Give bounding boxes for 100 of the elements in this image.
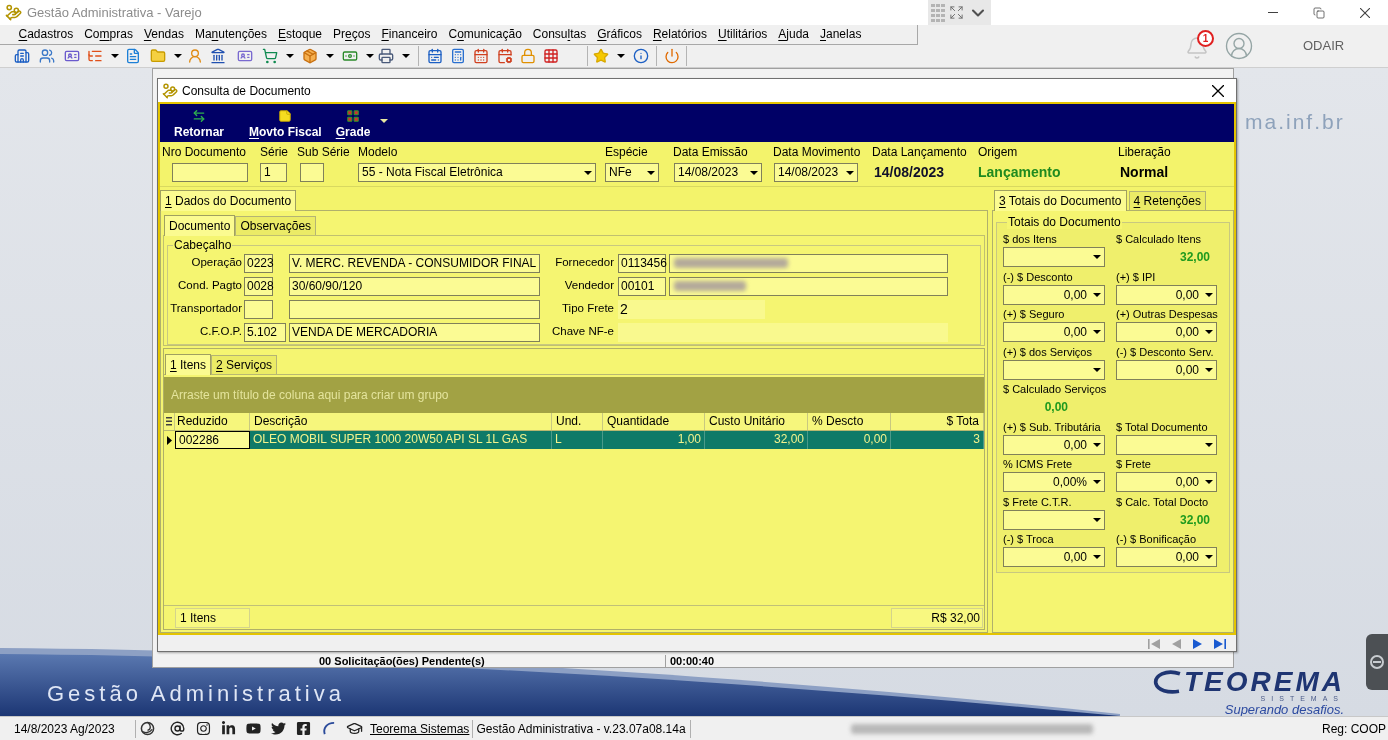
caret-icon[interactable] <box>326 53 334 58</box>
menu-item[interactable]: Gráficos <box>591 25 648 44</box>
person-icon[interactable] <box>187 47 203 64</box>
website-link[interactable]: Teorema Sistemas <box>370 719 470 738</box>
code-field[interactable]: 0223 <box>244 253 273 273</box>
code-field[interactable]: 0113456 <box>618 253 666 273</box>
description-field[interactable]: 30/60/90/120 <box>289 276 540 296</box>
folder-icon[interactable] <box>150 47 166 64</box>
date-field[interactable]: 14/08/2023 <box>774 163 858 182</box>
youtube-icon[interactable] <box>246 721 261 736</box>
calculator-icon[interactable] <box>450 47 466 64</box>
column-header[interactable]: Custo Unitário <box>705 413 808 430</box>
calendar-icon[interactable] <box>427 47 443 64</box>
avatar-icon[interactable] <box>1224 31 1254 61</box>
tab[interactable]: 1 Itens <box>165 354 212 375</box>
dropdown-field[interactable]: 0,00 <box>1003 547 1105 567</box>
tab[interactable]: Observações <box>235 216 317 235</box>
dropdown-field[interactable]: 0,00 <box>1116 284 1217 305</box>
star-icon[interactable] <box>593 47 609 64</box>
box-icon[interactable] <box>302 47 318 64</box>
dropdown-field[interactable]: 0,00 <box>1116 472 1217 492</box>
dropdown-field[interactable]: 0,00 <box>1116 322 1217 342</box>
dropdown-field[interactable] <box>1003 359 1105 380</box>
info-icon[interactable] <box>633 47 649 64</box>
dropdown-field[interactable] <box>1003 247 1105 267</box>
caret-icon[interactable] <box>111 53 119 58</box>
code-field[interactable]: 0028 <box>244 276 273 296</box>
lock-icon[interactable] <box>520 47 536 64</box>
column-header[interactable]: Descrição <box>250 413 552 430</box>
menu-item[interactable]: Janelas <box>814 25 867 44</box>
column-header[interactable]: Reduzido <box>175 413 250 430</box>
column-header[interactable]: $ Tota <box>891 413 984 430</box>
swirl-icon[interactable] <box>140 721 155 736</box>
building-icon[interactable] <box>14 47 30 64</box>
caret-icon[interactable] <box>286 53 294 58</box>
tab[interactable]: 2 Serviços <box>211 355 278 374</box>
column-header[interactable]: Quantidade <box>603 413 705 430</box>
select-field[interactable]: 55 - Nota Fiscal Eletrônica <box>358 163 596 182</box>
side-panel-tab[interactable] <box>1366 634 1388 690</box>
dropdown-field[interactable] <box>1003 509 1105 530</box>
menu-item[interactable]: Comunicação <box>442 25 528 44</box>
caret-icon[interactable] <box>174 53 182 58</box>
bank-icon[interactable] <box>210 47 226 64</box>
dropdown-field[interactable]: 0,00 <box>1003 322 1105 342</box>
code-field[interactable]: 00101 <box>618 276 666 296</box>
text-field[interactable] <box>300 163 324 182</box>
swoosh-icon[interactable] <box>321 721 336 736</box>
tab[interactable]: 4 Retenções <box>1128 191 1206 210</box>
dropdown-field[interactable]: 0,00% <box>1003 472 1105 492</box>
next-record-icon[interactable] <box>1192 639 1204 649</box>
tab[interactable]: 3 Totais do Documento <box>994 190 1127 211</box>
menu-item[interactable]: Vendas <box>138 25 190 44</box>
linkedin-icon[interactable] <box>221 721 236 736</box>
menu-item[interactable]: Utilitários <box>712 25 773 44</box>
description-field[interactable] <box>669 253 948 273</box>
caret-icon[interactable] <box>617 53 625 58</box>
dropdown-field[interactable]: 0,00 <box>1116 547 1217 567</box>
cart-icon[interactable] <box>262 47 278 64</box>
menu-item[interactable]: Preços <box>327 25 376 44</box>
at-sign-icon[interactable] <box>170 721 185 736</box>
column-chooser-icon[interactable] <box>166 417 172 426</box>
tab[interactable]: 1 Dados do Documento <box>160 190 297 211</box>
menu-item[interactable]: Financeiro <box>375 25 443 44</box>
column-header[interactable]: Und. <box>552 413 603 430</box>
calendar-gear-icon[interactable] <box>497 47 513 64</box>
description-field[interactable]: V. MERC. REVENDA - CONSUMIDOR FINAL <box>289 253 540 273</box>
description-field[interactable]: VENDA DE MERCADORIA <box>289 322 540 342</box>
menu-item[interactable]: Consultas <box>527 25 592 44</box>
toolbar-button[interactable]: Grade <box>335 109 371 139</box>
menu-item[interactable]: Manutenções <box>189 25 273 44</box>
menu-item[interactable]: Ajuda <box>772 25 815 44</box>
document-icon[interactable] <box>125 47 141 64</box>
caret-icon[interactable] <box>366 53 374 58</box>
facebook-icon[interactable] <box>296 721 311 736</box>
caret-icon[interactable] <box>380 119 389 123</box>
dropdown-field[interactable] <box>1116 434 1217 455</box>
power-icon[interactable] <box>664 47 680 64</box>
description-field[interactable] <box>669 276 948 296</box>
instagram-icon[interactable] <box>196 721 211 736</box>
select-field[interactable]: NFe <box>605 163 659 182</box>
code-field[interactable]: 5.102 <box>244 322 286 342</box>
menu-item[interactable]: Estoque <box>272 25 328 44</box>
toolbar-button[interactable]: Movto Fiscal <box>249 109 322 139</box>
date-field[interactable]: 14/08/2023 <box>674 163 762 182</box>
column-header[interactable]: % Descto <box>808 413 891 430</box>
twitter-icon[interactable] <box>271 721 286 736</box>
printer-icon[interactable] <box>378 47 394 64</box>
text-field[interactable] <box>172 163 248 182</box>
dropdown-field[interactable]: 0,00 <box>1003 434 1105 455</box>
expand-icon[interactable] <box>949 5 964 20</box>
bell-icon[interactable] <box>1185 36 1209 60</box>
dropdown-field[interactable]: 0,00 <box>1003 284 1105 305</box>
text-field[interactable]: 1 <box>260 163 287 182</box>
menu-item[interactable]: Relatórios <box>647 25 713 44</box>
tab[interactable]: Documento <box>164 215 236 236</box>
table-icon[interactable] <box>543 47 559 64</box>
last-record-icon[interactable] <box>1214 639 1226 649</box>
calendar-icon[interactable] <box>473 47 489 64</box>
code-field[interactable] <box>244 299 273 319</box>
toolbar-button[interactable]: Retornar <box>174 109 224 139</box>
